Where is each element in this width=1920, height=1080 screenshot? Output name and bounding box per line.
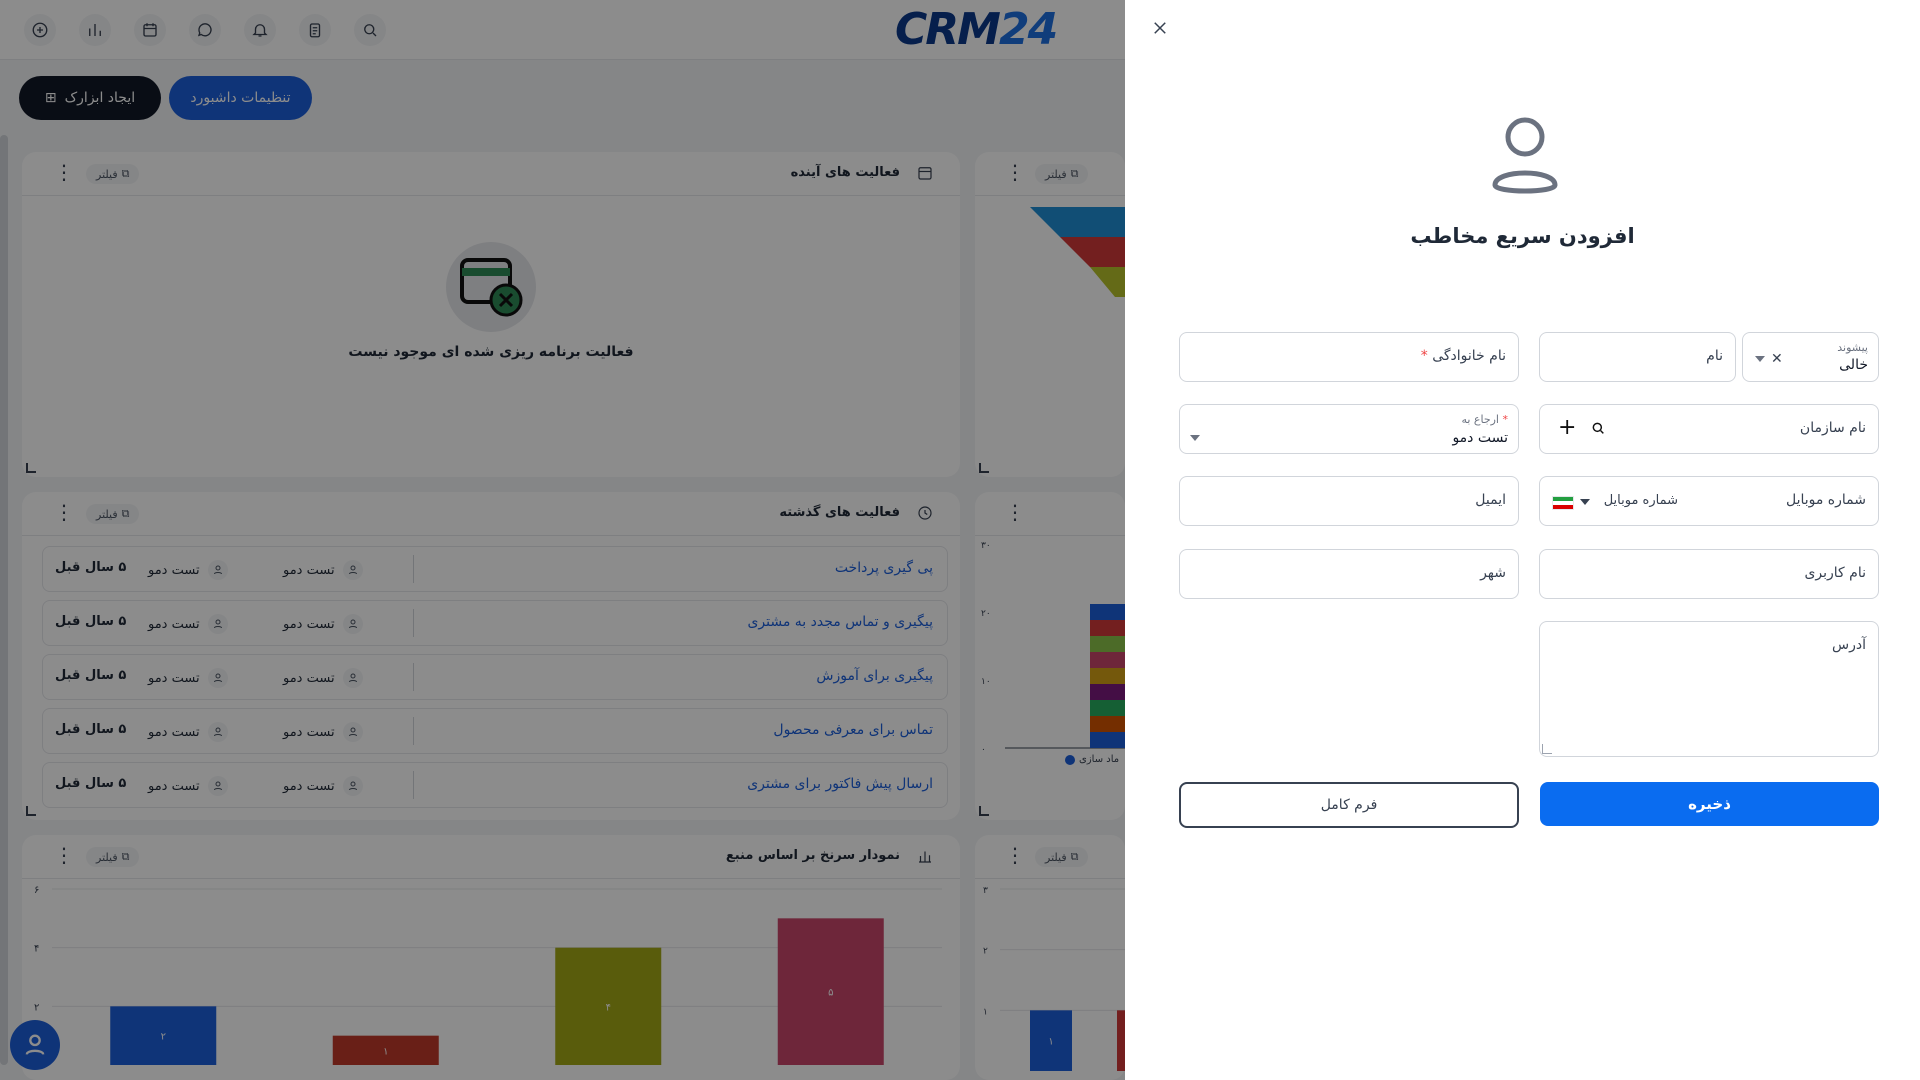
- organization-label: نام سازمان: [1799, 420, 1866, 436]
- drawer-title: افزودن سریع مخاطب: [1410, 224, 1635, 248]
- city-field[interactable]: شهر: [1179, 549, 1519, 599]
- last-name-label: نام خانوادگی *: [1420, 348, 1506, 364]
- last-name-field[interactable]: نام خانوادگی *: [1179, 332, 1519, 382]
- organization-field[interactable]: نام سازمان +: [1539, 404, 1879, 454]
- email-field[interactable]: ایمیل: [1179, 476, 1519, 526]
- quick-add-contact-drawer: افزودن سریع مخاطب پیشوند خالی ✕ نام نام …: [1125, 0, 1920, 1080]
- resize-handle[interactable]: [1542, 744, 1552, 754]
- full-form-button[interactable]: فرم کامل: [1179, 782, 1519, 828]
- prefix-label: پیشوند: [1837, 341, 1868, 354]
- city-label: شهر: [1480, 565, 1506, 581]
- mobile-field[interactable]: شماره موبایل شماره موبایل: [1539, 476, 1879, 526]
- chevron-down-icon[interactable]: [1755, 356, 1765, 362]
- modal-backdrop[interactable]: [0, 0, 1125, 1080]
- chevron-down-icon[interactable]: [1580, 499, 1590, 505]
- prefix-value: خالی: [1839, 357, 1868, 373]
- username-label: نام کاربری: [1804, 565, 1866, 581]
- close-icon: [1154, 22, 1166, 34]
- first-name-label: نام: [1706, 348, 1723, 364]
- email-label: ایمیل: [1475, 492, 1506, 508]
- assign-value: تست دمو: [1452, 430, 1508, 446]
- close-button[interactable]: [1147, 15, 1173, 41]
- assign-to-select[interactable]: * ارجاع به تست دمو: [1179, 404, 1519, 454]
- mobile-placeholder: شماره موبایل: [1603, 493, 1678, 508]
- address-textarea[interactable]: آدرس: [1539, 621, 1879, 757]
- clear-icon[interactable]: ✕: [1771, 351, 1783, 367]
- mobile-label: شماره موبایل: [1785, 492, 1866, 508]
- first-name-field[interactable]: نام: [1539, 332, 1736, 382]
- chevron-down-icon[interactable]: [1190, 435, 1200, 441]
- assign-label: * ارجاع به: [1461, 413, 1508, 426]
- search-icon[interactable]: [1590, 420, 1606, 440]
- save-button[interactable]: ذخیره: [1540, 782, 1879, 826]
- iran-flag-icon[interactable]: [1552, 496, 1574, 510]
- user-icon: [1490, 115, 1560, 197]
- username-field[interactable]: نام کاربری: [1539, 549, 1879, 599]
- address-label: آدرس: [1832, 637, 1866, 653]
- add-icon[interactable]: +: [1558, 415, 1576, 441]
- prefix-select[interactable]: پیشوند خالی ✕: [1742, 332, 1879, 382]
